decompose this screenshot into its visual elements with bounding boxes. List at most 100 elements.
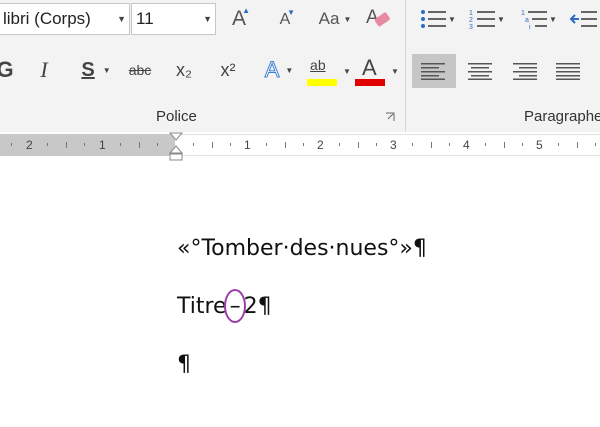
font-color-button[interactable]: A ▼ — [354, 54, 400, 88]
subscript-button[interactable]: x₂ — [168, 55, 200, 85]
paragraph-group-label: Paragraphe — [524, 108, 600, 125]
ruler-tick — [412, 143, 413, 146]
clear-formatting-icon: A — [366, 7, 390, 28]
chevron-down-icon: ▼ — [117, 14, 126, 24]
font-size-combo[interactable]: 11 ▼ — [131, 3, 216, 35]
clear-formatting-button[interactable]: A — [362, 2, 394, 34]
ruler-tick — [303, 143, 304, 146]
decrease-indent-button[interactable] — [566, 6, 600, 32]
multilevel-list-button[interactable]: 1 a i ▼ — [518, 6, 560, 32]
bullets-icon — [421, 10, 447, 28]
text-effects-icon: A — [264, 57, 280, 83]
align-left-button[interactable] — [412, 54, 456, 88]
chevron-down-icon: ▼ — [343, 66, 351, 76]
align-left-icon — [421, 63, 445, 80]
change-case-label: Aa — [318, 9, 340, 28]
align-right-icon — [513, 63, 537, 80]
ruler-tick — [193, 143, 194, 146]
ribbon: libri (Corps) ▼ 11 ▼ A ▲ A ▼ Aa ▼ A ▼ 1 … — [0, 0, 600, 133]
bold-button[interactable]: G — [0, 55, 14, 85]
ruler-tick — [285, 142, 286, 148]
italic-button[interactable]: I — [30, 55, 58, 85]
police-group-label: Police — [156, 108, 197, 125]
underline-label: S — [81, 58, 95, 81]
svg-text:1: 1 — [469, 10, 473, 17]
justify-button[interactable] — [548, 54, 588, 88]
ruler-tick — [376, 143, 377, 146]
caret-up-icon: ▲ — [242, 6, 250, 15]
ruler-tick — [485, 143, 486, 146]
font-color-bar — [355, 79, 386, 86]
ruler-tick — [522, 143, 523, 146]
group-separator — [405, 0, 406, 132]
ruler-tick — [266, 143, 267, 146]
superscript-label: x² — [220, 59, 236, 80]
chevron-down-icon: ▼ — [391, 66, 399, 76]
ruler-number: 3 — [390, 138, 397, 152]
chevron-down-icon: ▼ — [448, 14, 456, 24]
highlight-label: ab — [310, 57, 326, 73]
chevron-down-icon: ▼ — [549, 14, 557, 24]
justify-icon — [556, 63, 580, 80]
ruler-tick — [577, 142, 578, 148]
ruler-tick — [120, 143, 121, 146]
svg-text:A: A — [366, 7, 379, 28]
align-center-button[interactable] — [460, 54, 500, 88]
ruler-tick — [449, 143, 450, 146]
ruler-tick — [358, 142, 359, 148]
svg-text:2: 2 — [469, 17, 473, 24]
strikethrough-button[interactable]: abc — [124, 55, 156, 85]
document-line-3[interactable]: ¶ — [177, 352, 191, 377]
italic-label: I — [40, 57, 48, 82]
decrease-indent-icon — [569, 11, 597, 27]
title-number-text: 2¶ — [243, 294, 272, 319]
ruler-number: 2 — [317, 138, 324, 152]
chevron-down-icon: ▼ — [203, 14, 212, 24]
font-name-combo[interactable]: libri (Corps) ▼ — [0, 3, 130, 35]
ruler-number: 5 — [536, 138, 543, 152]
ruler-tick — [230, 143, 231, 146]
dialog-launcher-icon — [386, 112, 395, 121]
chevron-down-icon: ▼ — [285, 65, 294, 75]
annotation-circle — [223, 289, 246, 323]
ruler-tick — [504, 142, 505, 148]
ruler-tick — [558, 143, 559, 146]
highlight-color-bar — [307, 79, 338, 86]
ruler-number: 2 — [26, 138, 33, 152]
align-right-button[interactable] — [504, 54, 544, 88]
ruler-tick — [157, 143, 158, 146]
underline-button[interactable]: S ▼ — [74, 55, 118, 85]
multilevel-list-icon: 1 a i — [521, 10, 548, 30]
bullets-button[interactable]: ▼ — [418, 6, 458, 32]
font-color-icon: A — [355, 55, 386, 87]
change-case-button[interactable]: Aa ▼ — [314, 6, 356, 32]
shrink-font-button[interactable]: A ▼ — [272, 6, 298, 34]
document-line-1[interactable]: «°Tomber·des·nues°»¶ — [177, 236, 427, 261]
ruler-number: 1 — [99, 138, 106, 152]
superscript-button[interactable]: x² — [212, 55, 244, 85]
ruler-tick — [212, 142, 213, 148]
document-line-2[interactable]: Titre –2¶ — [177, 289, 272, 323]
font-dialog-launcher[interactable] — [383, 110, 397, 124]
highlighter-icon: ab — [307, 55, 338, 87]
svg-text:3: 3 — [469, 24, 473, 30]
font-name-value: libri (Corps) — [3, 9, 91, 28]
numbering-button[interactable]: 1 2 3 ▼ — [466, 6, 508, 32]
align-center-icon — [468, 63, 492, 80]
subscript-label: x₂ — [176, 59, 192, 80]
ruler-tick — [84, 143, 85, 146]
highlight-button[interactable]: ab ▼ — [306, 54, 352, 88]
chevron-down-icon: ▼ — [102, 65, 111, 75]
grow-font-button[interactable]: A ▲ — [225, 4, 253, 34]
ruler-tick — [339, 143, 340, 146]
text-effects-button[interactable]: A ▼ — [258, 55, 300, 85]
ruler-tick — [11, 143, 12, 146]
caret-down-icon: ▼ — [287, 8, 295, 17]
indent-marker-icon[interactable] — [168, 132, 184, 162]
ruler-tick — [595, 143, 596, 146]
ruler-tick — [431, 142, 432, 148]
ruler-number: 4 — [463, 138, 470, 152]
ruler-tick — [139, 142, 140, 148]
title-text: Titre — [177, 294, 227, 319]
font-color-label: A — [362, 55, 377, 80]
